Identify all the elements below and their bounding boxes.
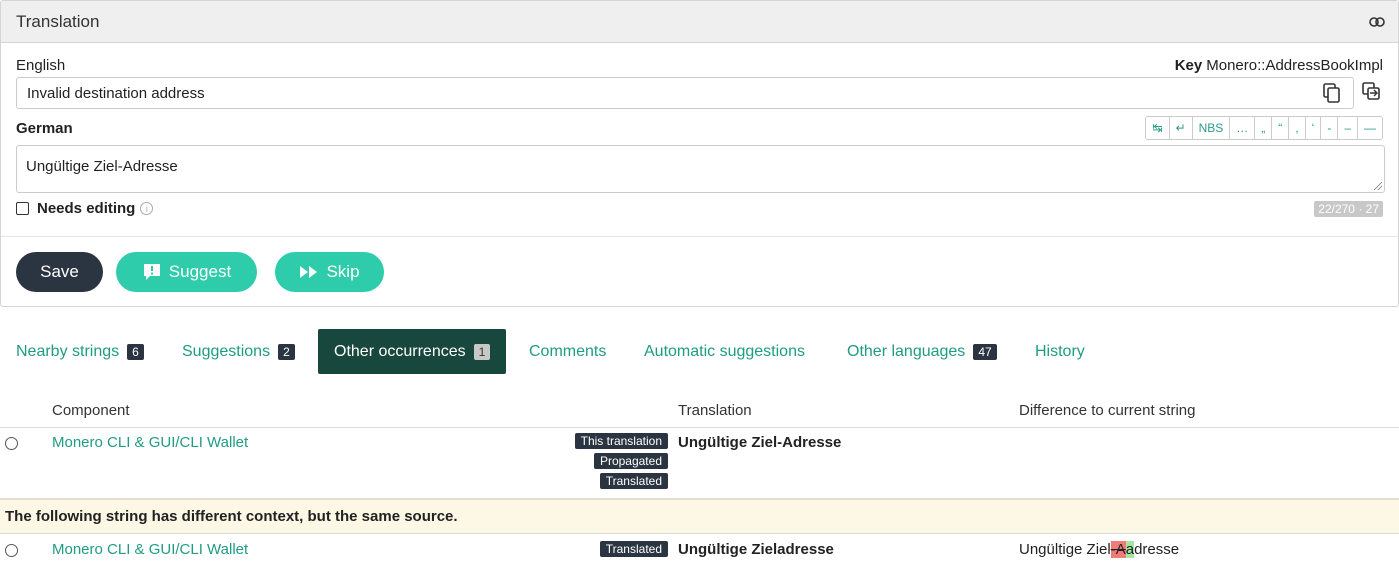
tab-history[interactable]: History bbox=[1035, 329, 1085, 374]
tab-badge: 6 bbox=[127, 343, 144, 360]
key-value: Monero::AddressBookImpl bbox=[1206, 56, 1383, 74]
special-char-tab[interactable]: ↹ bbox=[1146, 117, 1170, 139]
length-counter: 22/270 · 27 bbox=[1314, 201, 1383, 217]
source-key: Key Monero::AddressBookImpl bbox=[1175, 57, 1383, 74]
skip-label: Skip bbox=[326, 262, 360, 281]
context-notice: The following string has different conte… bbox=[0, 499, 1399, 534]
link-icon[interactable] bbox=[1368, 13, 1386, 31]
table-row: Monero CLI & GUI/CLI Wallet This transla… bbox=[0, 429, 1399, 499]
row-translation: Ungültige Ziel-Adresse bbox=[678, 434, 842, 451]
tab-automatic-suggestions[interactable]: Automatic suggestions bbox=[644, 329, 805, 374]
special-char-hyphen[interactable]: - bbox=[1321, 117, 1339, 139]
needs-editing-label[interactable]: Needs editing bbox=[37, 200, 135, 217]
tab-suggestions[interactable]: Suggestions 2 bbox=[182, 329, 295, 374]
resize-grip-icon[interactable] bbox=[1374, 182, 1382, 190]
info-icon[interactable]: i bbox=[140, 202, 154, 215]
header-difference: Difference to current string bbox=[1019, 402, 1196, 419]
special-char-comma[interactable]: , bbox=[1289, 117, 1306, 139]
row-labels: This translation Propagated Translated bbox=[0, 429, 668, 499]
special-char-ellipsis[interactable]: … bbox=[1230, 117, 1256, 139]
tab-badge: 2 bbox=[278, 343, 295, 360]
source-text: Invalid destination address bbox=[27, 84, 205, 102]
key-label: Key bbox=[1174, 56, 1203, 74]
translation-text: Ungültige Ziel-Adresse bbox=[26, 158, 178, 175]
tab-badge: 1 bbox=[473, 343, 491, 360]
tab-label: Other languages bbox=[847, 342, 966, 360]
diff-deleted: -A bbox=[1110, 541, 1126, 558]
divider bbox=[1, 236, 1398, 237]
save-label: Save bbox=[40, 262, 79, 281]
row-difference: Ungültige Ziel-Aadresse bbox=[1019, 541, 1179, 558]
label-translated: Translated bbox=[599, 541, 668, 557]
tab-other-languages[interactable]: Other languages 47 bbox=[847, 329, 997, 374]
source-row: English Key Monero::AddressBookImpl bbox=[16, 54, 1383, 76]
special-char-single-quote[interactable]: ‘ bbox=[1306, 117, 1322, 139]
label-translated: Translated bbox=[599, 473, 668, 489]
tab-other-occurrences[interactable]: Other occurrences 1 bbox=[318, 329, 507, 374]
label-propagated: Propagated bbox=[593, 453, 668, 469]
special-char-en-dash[interactable]: – bbox=[1338, 117, 1358, 139]
comment-icon bbox=[143, 264, 160, 280]
row-labels: Translated bbox=[0, 535, 668, 565]
special-char-newline[interactable]: ↵ bbox=[1170, 117, 1193, 139]
needs-editing-checkbox[interactable] bbox=[16, 202, 29, 215]
table-header: Component Translation Difference to curr… bbox=[0, 398, 1399, 428]
skip-button[interactable]: Skip bbox=[275, 252, 384, 292]
translation-textarea[interactable]: Ungültige Ziel-Adresse bbox=[16, 145, 1385, 193]
special-chars-toolbar: ↹ ↵ NBS … „ “ , ‘ - – — bbox=[1145, 116, 1383, 140]
target-row: German ↹ ↵ NBS … „ “ , ‘ - – — bbox=[16, 115, 1383, 141]
row-translation: Ungültige Zieladresse bbox=[678, 541, 834, 558]
save-button[interactable]: Save bbox=[16, 252, 103, 292]
tab-badge: 47 bbox=[973, 343, 997, 360]
tab-label: Suggestions bbox=[182, 342, 271, 360]
special-char-nbsp[interactable]: NBS bbox=[1193, 117, 1231, 139]
tab-label: Automatic suggestions bbox=[644, 342, 805, 360]
suggest-label: Suggest bbox=[168, 262, 232, 281]
tab-comments[interactable]: Comments bbox=[529, 329, 606, 374]
label-this-translation: This translation bbox=[574, 433, 668, 449]
special-char-high-quote[interactable]: “ bbox=[1272, 117, 1290, 139]
panel-title: Translation bbox=[16, 11, 100, 31]
special-char-em-dash[interactable]: — bbox=[1358, 117, 1382, 139]
clone-source-icon[interactable] bbox=[1362, 82, 1382, 102]
source-language: English bbox=[16, 56, 66, 74]
panel-heading: Translation bbox=[1, 1, 1398, 43]
special-char-low-quote[interactable]: „ bbox=[1255, 117, 1273, 139]
suggest-button[interactable]: Suggest bbox=[116, 252, 257, 292]
header-translation: Translation bbox=[678, 402, 752, 419]
needs-editing-row: Needs editing i bbox=[16, 200, 154, 217]
tab-label: Other occurrences bbox=[334, 342, 466, 360]
diff-prefix: Ungültige Ziel bbox=[1019, 541, 1111, 558]
copy-icon[interactable] bbox=[1323, 83, 1343, 103]
translation-panel: Translation English Key Monero::AddressBo… bbox=[0, 0, 1399, 307]
tab-label: History bbox=[1035, 342, 1085, 360]
tab-bar: Nearby strings 6 Suggestions 2 Other occur… bbox=[0, 329, 1399, 374]
fast-forward-icon bbox=[300, 266, 318, 278]
tab-nearby-strings[interactable]: Nearby strings 6 bbox=[16, 329, 144, 374]
diff-inserted: a bbox=[1125, 541, 1135, 558]
tab-label: Nearby strings bbox=[16, 342, 120, 360]
source-text-box: Invalid destination address bbox=[16, 77, 1354, 109]
table-row: Monero CLI & GUI/CLI Wallet Translated U… bbox=[0, 535, 1399, 585]
tab-label: Comments bbox=[529, 342, 607, 360]
target-language: German bbox=[16, 119, 73, 137]
diff-suffix: dresse bbox=[1134, 541, 1180, 558]
header-component: Component bbox=[52, 402, 130, 419]
